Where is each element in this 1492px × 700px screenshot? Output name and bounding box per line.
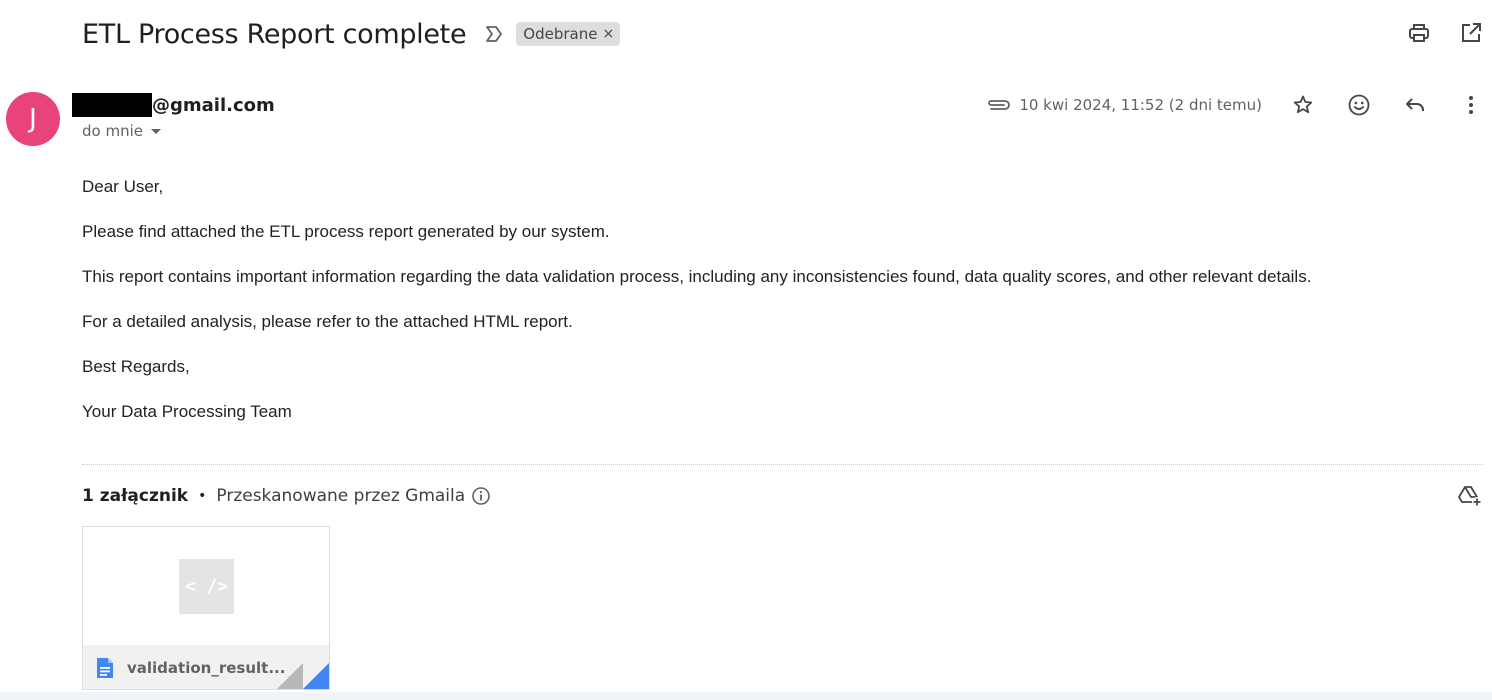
label-chip-text: Odebrane: [523, 25, 598, 43]
message-body: Dear User, Please find attached the ETL …: [82, 176, 1462, 446]
message-date: 10 kwi 2024, 11:52 (2 dni temu): [1019, 96, 1262, 114]
attachment-filename: validation_result...: [127, 659, 286, 677]
attachments-divider: [82, 464, 1484, 465]
sender-email: @gmail.com: [152, 94, 275, 116]
reply-icon[interactable]: [1402, 92, 1428, 118]
more-vert-icon[interactable]: [1458, 92, 1484, 118]
chevron-down-icon: [150, 128, 161, 134]
attachment-icon: [985, 95, 1011, 115]
add-to-drive-icon[interactable]: [1456, 482, 1484, 510]
message-meta: 10 kwi 2024, 11:52 (2 dni temu): [985, 90, 1484, 120]
sender-avatar[interactable]: J: [6, 92, 60, 146]
remove-label-icon[interactable]: ×: [602, 26, 614, 42]
bottom-strip: [0, 692, 1492, 700]
label-chip-inbox[interactable]: Odebrane ×: [516, 22, 621, 46]
subject-row: ETL Process Report complete Odebrane ×: [82, 14, 621, 54]
emoji-reaction-icon[interactable]: [1346, 92, 1372, 118]
body-paragraph: For a detailed analysis, please refer to…: [82, 312, 573, 331]
document-icon: [95, 656, 115, 680]
recipient-text: do mnie: [82, 122, 143, 140]
body-paragraph: Please find attached the ETL process rep…: [82, 222, 610, 241]
attachment-count: 1 załącznik: [82, 486, 189, 506]
attachment-preview: < />: [83, 527, 329, 645]
body-paragraph: Dear User,: [82, 177, 164, 196]
info-icon[interactable]: [471, 486, 491, 506]
top-actions: [1406, 20, 1484, 46]
star-icon[interactable]: [1290, 92, 1316, 118]
message-actions: [1290, 92, 1484, 118]
scanned-by-gmail-text: Przeskanowane przez Gmaila: [216, 486, 466, 506]
sender-address[interactable]: @gmail.com: [72, 93, 275, 117]
separator-dot: •: [198, 488, 207, 504]
attachment-card[interactable]: < /> validation_result...: [82, 526, 330, 690]
print-icon[interactable]: [1406, 20, 1432, 46]
email-subject: ETL Process Report complete: [82, 18, 467, 50]
recipient-details-toggle[interactable]: do mnie: [82, 122, 161, 140]
body-paragraph: Your Data Processing Team: [82, 402, 292, 421]
redacted-name: [72, 93, 152, 117]
importance-marker-icon[interactable]: [482, 22, 506, 46]
email-view: ETL Process Report complete Odebrane × J…: [0, 0, 1492, 700]
body-paragraph: This report contains important informati…: [82, 267, 1312, 286]
code-file-icon: < />: [179, 559, 234, 614]
open-in-new-window-icon[interactable]: [1458, 20, 1484, 46]
file-type-corner: [303, 663, 329, 689]
body-paragraph: Best Regards,: [82, 357, 190, 376]
page-fold-decoration: [277, 663, 303, 689]
attachments-header: 1 załącznik • Przeskanowane przez Gmaila: [82, 484, 491, 508]
